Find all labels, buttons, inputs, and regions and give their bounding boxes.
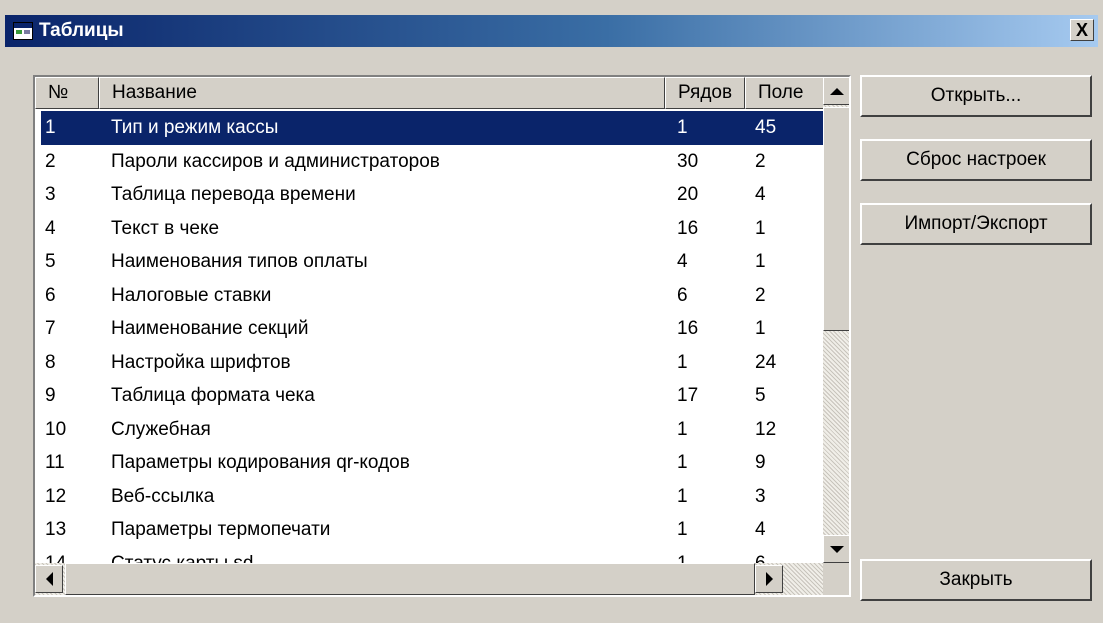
- row-number: 9: [45, 385, 56, 406]
- row-rows-count: 1: [677, 418, 688, 440]
- row-fields-count: 4: [755, 184, 766, 205]
- row-name: Настройка шрифтов: [111, 351, 291, 373]
- table-row[interactable]: 5 Наименования типов оплаты 4 1: [35, 245, 825, 279]
- row-fields-count: 24: [755, 351, 777, 373]
- row-name: Наименование секций: [111, 318, 309, 339]
- tables-dialog: Таблицы X № Название Рядов Поле 1 Тип и р…: [0, 0, 1103, 623]
- row-fields-count: 5: [755, 385, 766, 406]
- table-row[interactable]: 6 Налоговые ставки 6 2: [35, 279, 825, 313]
- scroll-left-icon[interactable]: [35, 565, 63, 593]
- row-fields-count: 4: [755, 519, 766, 540]
- row-name: Пароли кассиров и администраторов: [111, 150, 440, 172]
- vertical-scrollbar[interactable]: [823, 77, 849, 563]
- title-bar[interactable]: Таблицы X: [5, 15, 1098, 47]
- row-rows-count: 30: [677, 150, 699, 172]
- row-name: Параметры термопечати: [111, 519, 331, 540]
- scroll-down-icon[interactable]: [823, 535, 849, 563]
- column-header-number[interactable]: №: [35, 77, 99, 109]
- scroll-up-icon[interactable]: [823, 77, 849, 105]
- row-name: Налоговые ставки: [111, 284, 272, 306]
- row-number: 12: [45, 485, 67, 507]
- table-row[interactable]: 10 Служебная 1 12: [35, 413, 825, 447]
- row-fields-count: 1: [755, 318, 766, 339]
- row-number: 3: [45, 184, 56, 205]
- row-rows-count: 1: [677, 452, 688, 473]
- row-name: Наименования типов оплаты: [111, 251, 368, 272]
- row-fields-count: 45: [755, 117, 777, 138]
- open-button[interactable]: Открыть...: [860, 75, 1092, 117]
- row-name: Параметры кодирования qr-кодов: [111, 452, 410, 473]
- row-rows-count: 6: [677, 284, 688, 306]
- list-header: № Название Рядов Поле: [35, 77, 825, 109]
- row-fields-count: 9: [755, 452, 766, 473]
- row-rows-count: 1: [677, 117, 688, 138]
- window-title: Таблицы: [39, 20, 124, 41]
- row-number: 6: [45, 284, 56, 306]
- vertical-scroll-thumb[interactable]: [823, 107, 849, 331]
- row-rows-count: 16: [677, 217, 699, 239]
- row-number: 8: [45, 351, 56, 373]
- row-number: 1: [45, 117, 56, 138]
- horizontal-scroll-thumb[interactable]: [65, 563, 755, 595]
- table-icon: [13, 22, 33, 40]
- row-name: Таблица перевода времени: [111, 184, 356, 205]
- table-row[interactable]: 7 Наименование секций 16 1: [35, 312, 825, 346]
- row-name: Служебная: [111, 418, 211, 440]
- row-rows-count: 4: [677, 251, 688, 272]
- table-row[interactable]: 4 Текст в чеке 16 1: [35, 212, 825, 246]
- table-row[interactable]: 12 Веб-ссылка 1 3: [35, 480, 825, 514]
- row-fields-count: 2: [755, 150, 766, 172]
- tables-list[interactable]: № Название Рядов Поле 1 Тип и режим кассы…: [33, 75, 851, 597]
- row-rows-count: 1: [677, 485, 688, 507]
- row-rows-count: 17: [677, 385, 699, 406]
- table-row[interactable]: 13 Параметры термопечати 1 4: [35, 513, 825, 547]
- import-export-button[interactable]: Импорт/Экспорт: [860, 203, 1092, 245]
- row-number: 4: [45, 217, 56, 239]
- horizontal-scrollbar[interactable]: [35, 563, 823, 595]
- row-name: Таблица формата чека: [111, 385, 315, 406]
- row-rows-count: 1: [677, 519, 688, 540]
- row-name: Веб-ссылка: [111, 485, 215, 507]
- row-fields-count: 1: [755, 217, 766, 239]
- row-fields-count: 3: [755, 485, 766, 507]
- reset-settings-button[interactable]: Сброс настроек: [860, 139, 1092, 181]
- table-row[interactable]: 8 Настройка шрифтов 1 24: [35, 346, 825, 380]
- table-row[interactable]: 1 Тип и режим кассы 1 45: [35, 111, 825, 145]
- row-rows-count: 20: [677, 184, 699, 205]
- row-number: 5: [45, 251, 56, 272]
- column-header-name[interactable]: Название: [99, 77, 665, 109]
- row-fields-count: 1: [755, 251, 766, 272]
- table-row[interactable]: 9 Таблица формата чека 17 5: [35, 379, 825, 413]
- row-number: 7: [45, 318, 56, 339]
- column-header-rows[interactable]: Рядов: [665, 77, 745, 109]
- table-row[interactable]: 2 Пароли кассиров и администраторов 30 2: [35, 145, 825, 179]
- row-fields-count: 2: [755, 284, 766, 306]
- row-rows-count: 16: [677, 318, 699, 339]
- row-rows-count: 1: [677, 351, 688, 373]
- row-number: 13: [45, 519, 67, 540]
- row-fields-count: 12: [755, 418, 777, 440]
- close-icon[interactable]: X: [1070, 19, 1094, 41]
- column-header-fields[interactable]: Поле: [745, 77, 825, 109]
- close-button[interactable]: Закрыть: [860, 559, 1092, 601]
- list-rows: 1 Тип и режим кассы 1 45 2 Пароли кассиров и …: [35, 111, 825, 580]
- scroll-right-icon[interactable]: [755, 565, 783, 593]
- table-row[interactable]: 11 Параметры кодирования qr-кодов 1 9: [35, 446, 825, 480]
- scroll-corner: [823, 563, 849, 595]
- row-number: 11: [45, 452, 65, 473]
- row-number: 2: [45, 150, 56, 172]
- row-name: Текст в чеке: [111, 217, 220, 239]
- row-number: 10: [45, 418, 67, 440]
- table-row[interactable]: 3 Таблица перевода времени 20 4: [35, 178, 825, 212]
- row-name: Тип и режим кассы: [111, 117, 279, 138]
